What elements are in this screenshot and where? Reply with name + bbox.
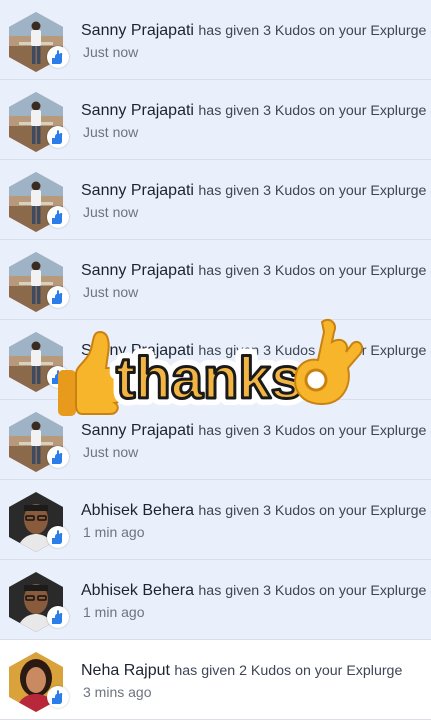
avatar[interactable] — [9, 572, 69, 632]
user-name[interactable]: Neha Rajput — [81, 662, 170, 679]
avatar[interactable] — [9, 172, 69, 232]
notification-row[interactable]: Abhisek Behera has given 3 Kudos on your… — [0, 560, 431, 640]
notification-row[interactable]: Sanny Prajapati has given 3 Kudos on you… — [0, 80, 431, 160]
notification-message: has given 3 Kudos on your Explurge — [198, 583, 427, 599]
user-name[interactable]: Sanny Prajapati — [81, 422, 194, 439]
thanks-text: thanks — [116, 346, 303, 411]
timestamp: Just now — [83, 124, 139, 140]
user-name[interactable]: Sanny Prajapati — [81, 22, 194, 39]
kudos-hand-icon — [47, 686, 69, 708]
timestamp: Just now — [83, 444, 139, 460]
notification-message: has given 3 Kudos on your Explurge — [198, 503, 427, 519]
notification-row[interactable]: Sanny Prajapati has given 3 Kudos on you… — [0, 240, 431, 320]
timestamp: 1 min ago — [83, 604, 145, 620]
user-name[interactable]: Sanny Prajapati — [81, 262, 194, 279]
user-name[interactable]: Sanny Prajapati — [81, 102, 194, 119]
avatar[interactable] — [9, 652, 69, 712]
user-name[interactable]: Sanny Prajapati — [81, 182, 194, 199]
notification-message: has given 3 Kudos on your Explurge — [198, 263, 427, 279]
timestamp: Just now — [83, 204, 139, 220]
notification-message: has given 3 Kudos on your Explurge — [198, 103, 427, 119]
ok-hand-icon — [294, 318, 364, 406]
user-name[interactable]: Abhisek Behera — [81, 502, 194, 519]
kudos-hand-icon — [47, 126, 69, 148]
thumbs-up-icon — [58, 330, 124, 416]
kudos-hand-icon — [47, 286, 69, 308]
avatar[interactable] — [9, 92, 69, 152]
avatar[interactable] — [9, 12, 69, 72]
timestamp: Just now — [83, 284, 139, 300]
avatar[interactable] — [9, 252, 69, 312]
notification-message: has given 3 Kudos on your Explurge — [198, 23, 427, 39]
notification-row[interactable]: Abhisek Behera has given 3 Kudos on your… — [0, 480, 431, 560]
kudos-hand-icon — [47, 606, 69, 628]
kudos-hand-icon — [47, 46, 69, 68]
timestamp: 1 min ago — [83, 524, 145, 540]
notification-message: has given 3 Kudos on your Explurge — [198, 423, 427, 439]
notification-row[interactable]: Sanny Prajapati has given 3 Kudos on you… — [0, 0, 431, 80]
timestamp: Just now — [83, 44, 139, 60]
kudos-hand-icon — [47, 446, 69, 468]
timestamp: 3 mins ago — [83, 684, 152, 700]
thanks-sticker: thanks thanks — [58, 318, 364, 418]
avatar[interactable] — [9, 492, 69, 552]
notification-row[interactable]: Sanny Prajapati has given 3 Kudos on you… — [0, 160, 431, 240]
notification-message: has given 2 Kudos on your Explurge — [174, 663, 403, 679]
user-name[interactable]: Abhisek Behera — [81, 582, 194, 599]
notification-message: has given 3 Kudos on your Explurge — [198, 183, 427, 199]
kudos-hand-icon — [47, 526, 69, 548]
notification-row[interactable]: Neha Rajput has given 2 Kudos on your Ex… — [0, 640, 431, 720]
kudos-hand-icon — [47, 206, 69, 228]
